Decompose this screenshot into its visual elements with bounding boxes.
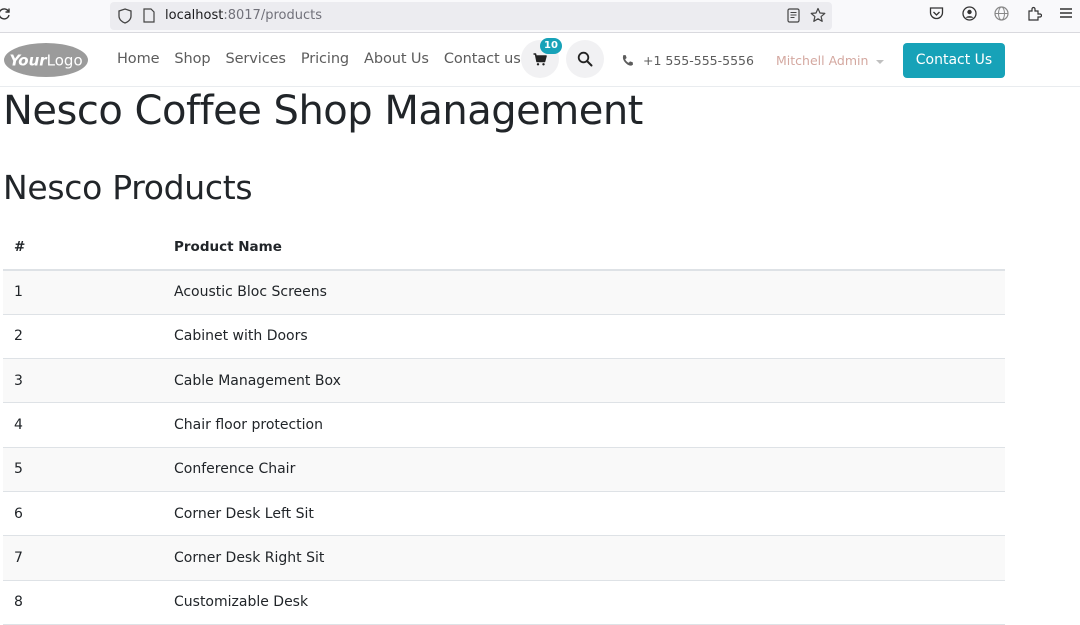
search-button[interactable] [566, 40, 604, 78]
phone-icon [622, 55, 633, 66]
main-nav: Home Shop Services Pricing About Us Cont… [117, 51, 536, 67]
globe-icon[interactable] [994, 6, 1009, 21]
svg-text:YourLogo: YourLogo [9, 52, 82, 70]
user-menu[interactable]: Mitchell Admin [776, 53, 885, 68]
column-header-product-name: Product Name [174, 225, 1005, 271]
shield-icon[interactable] [118, 8, 132, 28]
product-name: Acoustic Bloc Screens [174, 270, 1005, 315]
nav-about-us[interactable]: About Us [364, 51, 429, 67]
logo[interactable]: YourLogo [3, 42, 89, 78]
site-header: YourLogo Home Shop Services Pricing Abou… [0, 34, 1080, 87]
chevron-down-icon [876, 59, 885, 64]
table-row[interactable]: 8 Customizable Desk [3, 580, 1005, 625]
hamburger-menu-icon[interactable] [1059, 6, 1073, 20]
row-number: 8 [3, 580, 174, 625]
nav-home[interactable]: Home [117, 51, 160, 67]
product-name: Customizable Desk [174, 580, 1005, 625]
product-name: Chair floor protection [174, 402, 1005, 448]
row-number: 3 [3, 358, 174, 404]
table-row[interactable]: 4 Chair floor protection [3, 402, 1005, 448]
section-title: Nesco Products [3, 168, 253, 207]
bookmark-star-icon[interactable] [810, 7, 826, 27]
products-table: # Product Name 1 Acoustic Bloc Screens 2… [3, 225, 1005, 625]
product-name: Cable Management Box [174, 358, 1005, 404]
reader-view-icon[interactable] [787, 8, 800, 27]
nav-pricing[interactable]: Pricing [301, 51, 349, 67]
table-row[interactable]: 6 Corner Desk Left Sit [3, 491, 1005, 537]
browser-toolbar: localhost:8017/products [0, 0, 1080, 33]
cart-count-badge: 10 [540, 38, 562, 54]
phone-number: +1 555-555-5556 [643, 53, 754, 68]
row-number: 2 [3, 314, 174, 360]
table-header-row: # Product Name [3, 225, 1005, 271]
nav-contact-us[interactable]: Contact us [444, 51, 521, 67]
pocket-icon[interactable] [929, 6, 944, 21]
row-number: 6 [3, 491, 174, 537]
url-host: localhost [165, 8, 224, 23]
cart-icon [533, 53, 547, 66]
url-path: :8017/products [223, 8, 322, 23]
page-icon [143, 8, 155, 27]
column-header-number: # [3, 225, 174, 271]
user-name: Mitchell Admin [776, 53, 869, 68]
product-name: Cabinet with Doors [174, 314, 1005, 360]
table-row[interactable]: 3 Cable Management Box [3, 358, 1005, 404]
reload-icon[interactable] [0, 7, 13, 25]
product-name: Conference Chair [174, 447, 1005, 492]
table-row[interactable]: 7 Corner Desk Right Sit [3, 535, 1005, 581]
table-row[interactable]: 5 Conference Chair [3, 447, 1005, 492]
row-number: 5 [3, 447, 174, 492]
table-row[interactable]: 1 Acoustic Bloc Screens [3, 270, 1005, 315]
phone-link[interactable]: +1 555-555-5556 [621, 53, 754, 68]
product-name: Corner Desk Left Sit [174, 491, 1005, 537]
extensions-icon[interactable] [1027, 6, 1042, 21]
product-name: Corner Desk Right Sit [174, 535, 1005, 581]
nav-shop[interactable]: Shop [174, 51, 210, 67]
page-title: Nesco Coffee Shop Management [3, 88, 643, 134]
row-number: 7 [3, 535, 174, 581]
url-text[interactable]: localhost:8017/products [165, 8, 322, 23]
nav-services[interactable]: Services [226, 51, 286, 67]
address-bar[interactable]: localhost:8017/products [110, 2, 832, 30]
contact-us-button[interactable]: Contact Us [903, 43, 1005, 78]
row-number: 4 [3, 402, 174, 448]
account-icon[interactable] [962, 6, 977, 21]
row-number: 1 [3, 270, 174, 315]
search-icon [577, 51, 593, 67]
table-row[interactable]: 2 Cabinet with Doors [3, 314, 1005, 360]
